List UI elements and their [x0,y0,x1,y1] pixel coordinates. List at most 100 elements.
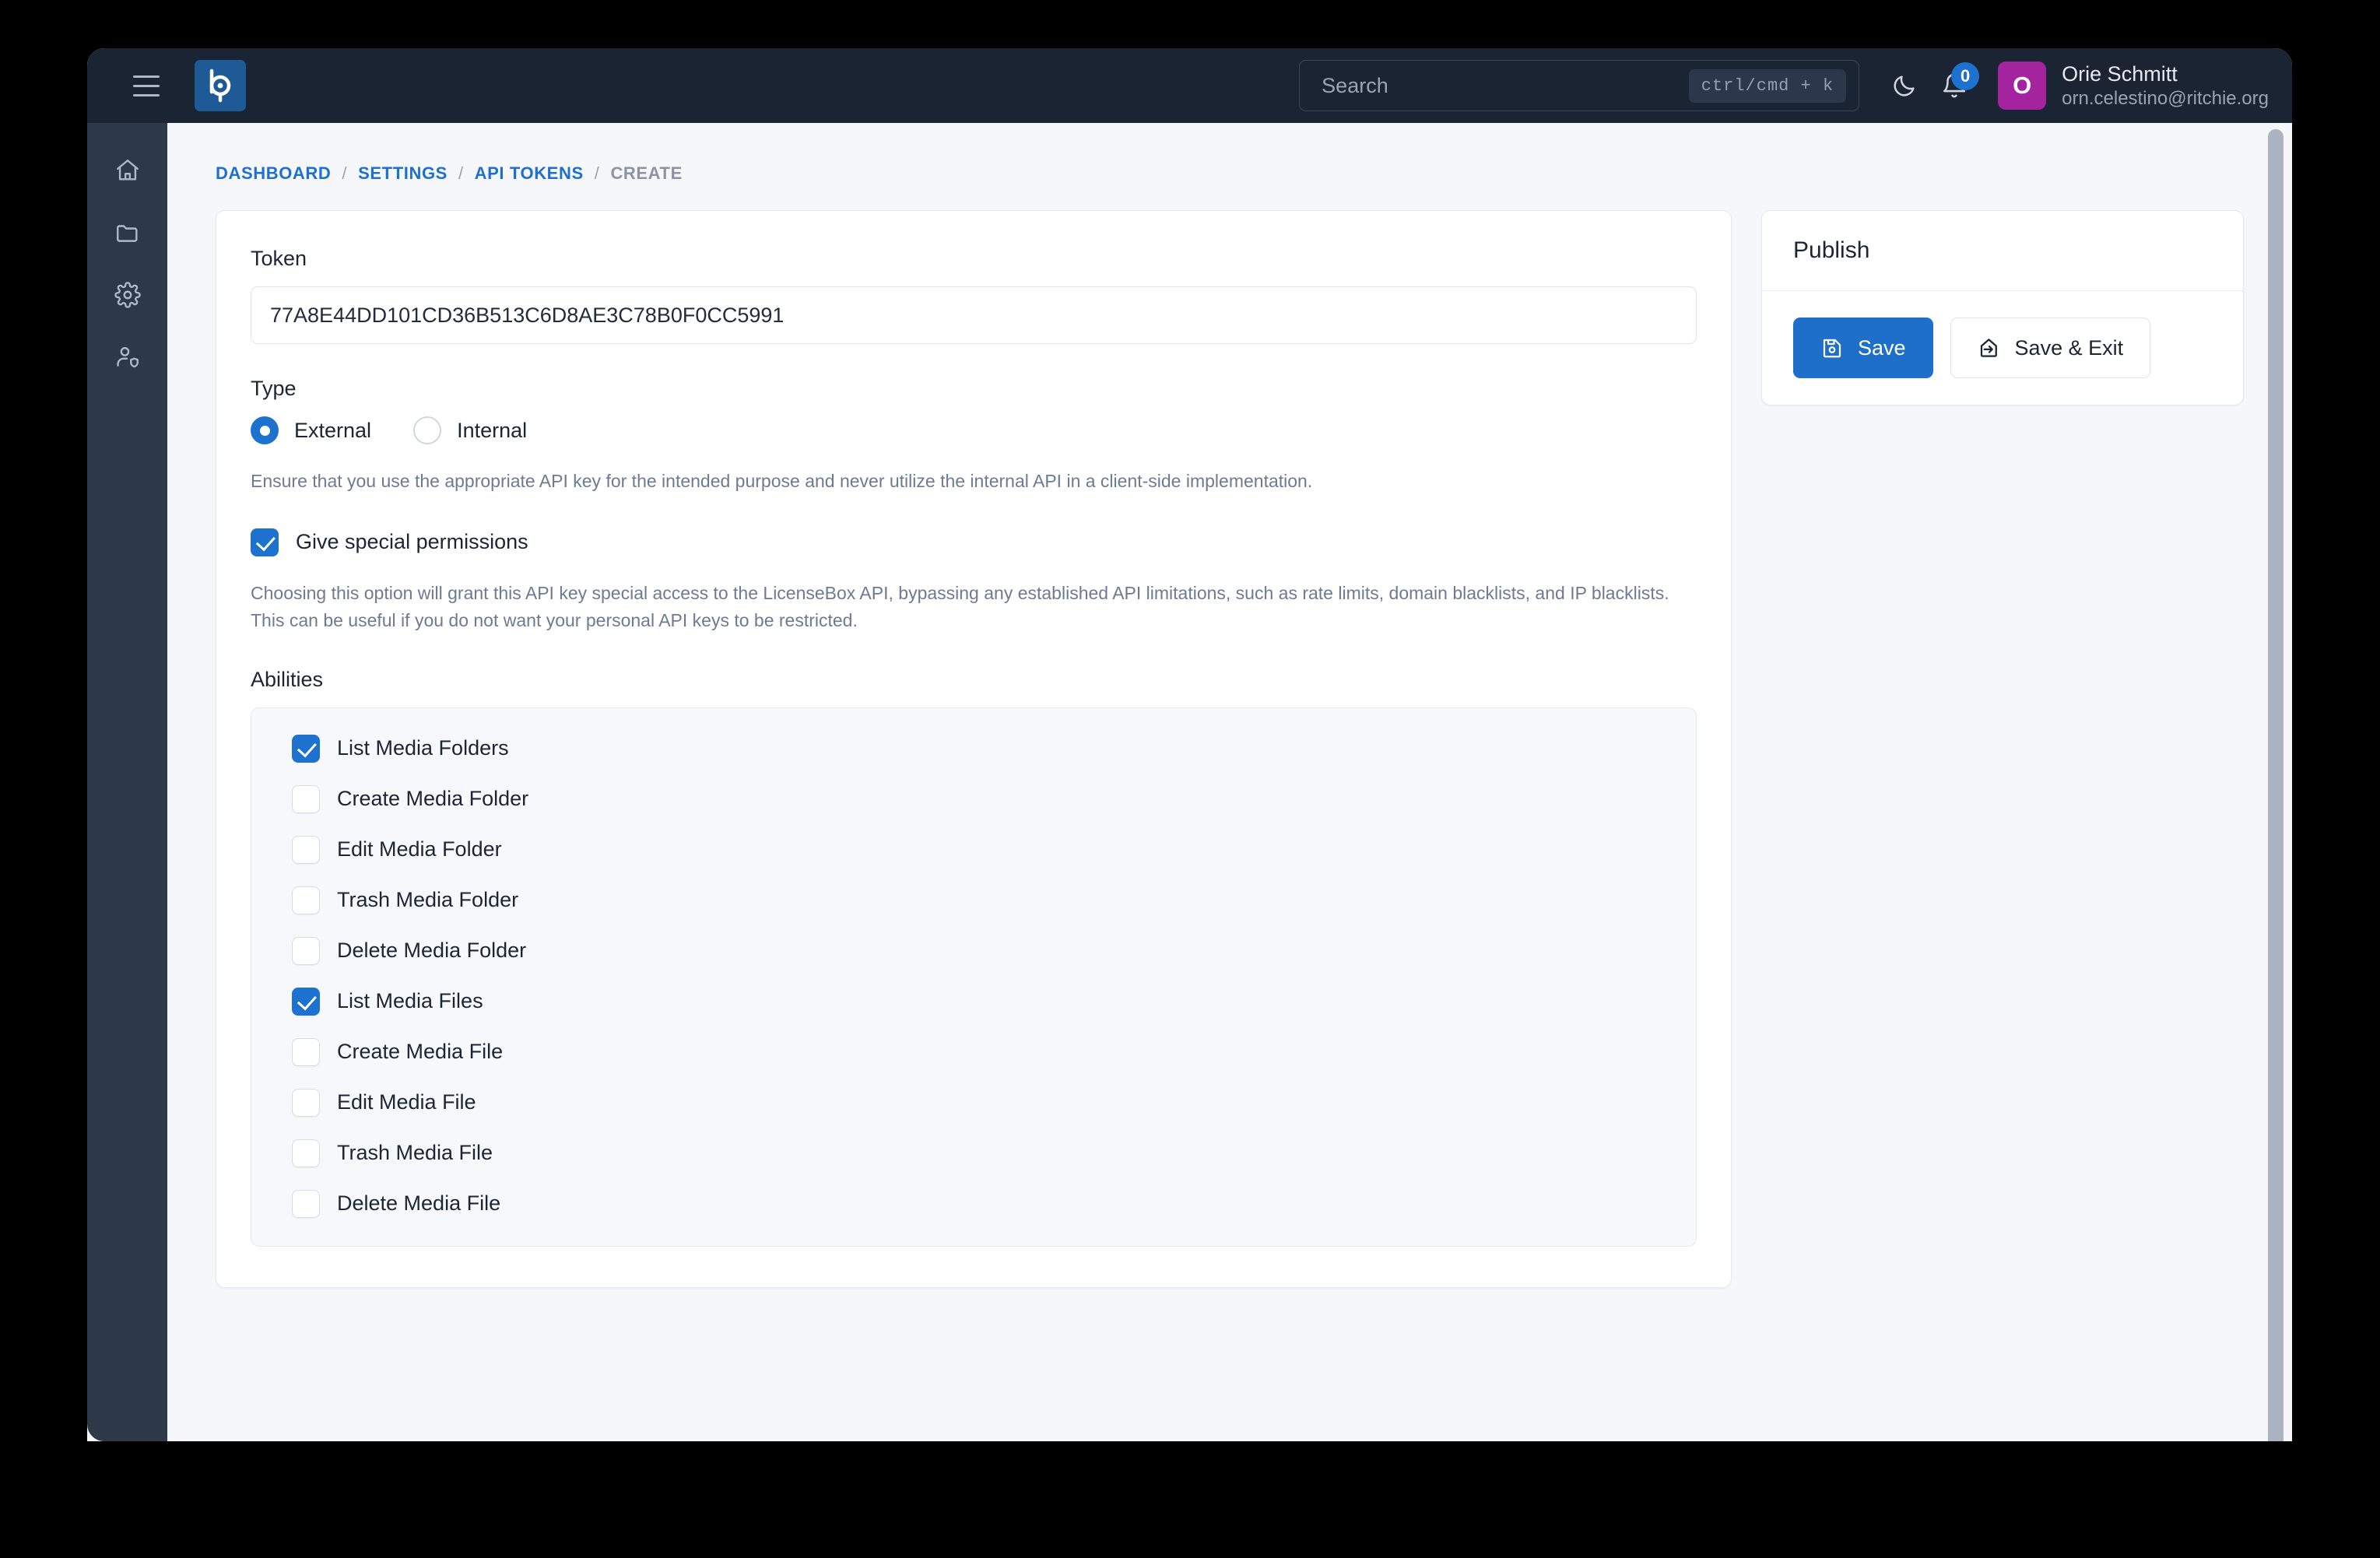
publish-card: Publish Save Save & Exit [1761,210,2244,405]
body: DASHBOARD / SETTINGS / API TOKENS / CREA… [87,123,2292,1441]
ability-row-create-media-file[interactable]: Create Media File [292,1037,1655,1066]
special-permissions-helper-text: Choosing this option will grant this API… [251,582,1669,631]
sidebar-item-permissions[interactable] [103,336,153,378]
sidebar-item-media[interactable] [103,212,153,254]
ability-checkbox[interactable] [292,835,320,864]
exit-arrow-icon [1978,336,2001,360]
gear-icon [114,282,141,308]
notification-count-badge: 0 [1951,62,1980,90]
special-permissions-checkbox[interactable] [251,528,279,556]
radio-dot-external[interactable] [251,416,279,444]
top-bar: Search ctrl/cmd + k 0 O Orie Schmitt orn… [87,48,2292,123]
ability-checkbox[interactable] [292,1189,320,1218]
special-permissions-label: Give special permissions [296,530,528,554]
ability-checkbox[interactable] [292,784,320,813]
save-and-exit-button-label: Save & Exit [2014,335,2124,360]
avatar: O [1998,61,2047,110]
type-section: Type External Internal Ensure that you u… [251,377,1697,496]
token-input[interactable] [251,286,1697,344]
ability-label: Trash Media File [337,1141,493,1165]
ability-row-edit-media-file[interactable]: Edit Media File [292,1088,1655,1117]
top-bar-actions: 0 O Orie Schmitt orn.celestino@ritchie.o… [1880,61,2269,111]
radio-dot-internal[interactable] [413,416,442,444]
sidebar-item-home[interactable] [103,149,153,191]
ability-checkbox[interactable] [292,1037,320,1066]
type-helper-text: Ensure that you use the appropriate API … [251,471,1313,491]
publish-title: Publish [1793,237,1870,263]
search-placeholder: Search [1322,73,1388,97]
ability-checkbox[interactable] [292,987,320,1016]
ability-label: Trash Media Folder [337,888,519,912]
ability-label: Edit Media Folder [337,837,502,861]
home-icon [114,157,141,184]
type-radio-external[interactable]: External [251,416,371,444]
breadcrumb-separator: / [458,163,464,183]
ability-checkbox[interactable] [292,734,320,763]
ability-checkbox[interactable] [292,1139,320,1167]
user-email: orn.celestino@ritchie.org [2062,87,2269,109]
ability-label: Create Media Folder [337,787,529,811]
ability-label: List Media Folders [337,736,509,760]
type-radio-group: External Internal [251,416,1697,444]
sidebar [87,123,167,1441]
breadcrumb-item-create: CREATE [610,163,683,183]
moon-icon[interactable] [1880,61,1929,111]
breadcrumb: DASHBOARD / SETTINGS / API TOKENS / CREA… [167,123,2292,184]
save-button[interactable]: Save [1793,318,1933,378]
special-permissions-section: Give special permissions Choosing this o… [251,528,1697,635]
ability-row-trash-media-folder[interactable]: Trash Media Folder [292,886,1655,914]
brand-logo-icon[interactable] [195,60,246,111]
ability-checkbox[interactable] [292,886,320,914]
ability-row-delete-media-file[interactable]: Delete Media File [292,1189,1655,1218]
vertical-scrollbar[interactable] [2266,129,2286,1441]
publish-header: Publish [1762,211,2243,291]
breadcrumb-item-dashboard[interactable]: DASHBOARD [216,163,331,184]
search-shortcut-kbd: ctrl/cmd + k [1688,68,1847,103]
user-menu[interactable]: O Orie Schmitt orn.celestino@ritchie.org [1998,61,2269,110]
ability-row-create-media-folder[interactable]: Create Media Folder [292,784,1655,813]
save-button-label: Save [1858,335,1906,360]
token-form-card: Token Type External Internal [216,210,1732,1288]
ability-label: Delete Media Folder [337,939,527,963]
bell-icon[interactable]: 0 [1929,61,1980,111]
abilities-box: List Media Folders Create Media Folder E… [251,707,1697,1247]
ability-checkbox[interactable] [292,1088,320,1117]
folder-icon [114,219,141,246]
hamburger-bar [133,75,160,78]
app-window: Search ctrl/cmd + k 0 O Orie Schmitt orn… [87,48,2292,1441]
ability-label: Delete Media File [337,1191,501,1216]
floppy-disk-icon [1820,336,1844,360]
user-name: Orie Schmitt [2062,61,2178,86]
main-content: DASHBOARD / SETTINGS / API TOKENS / CREA… [167,123,2292,1441]
hamburger-bar [133,93,160,96]
breadcrumb-item-settings[interactable]: SETTINGS [358,163,448,184]
ability-row-delete-media-folder[interactable]: Delete Media Folder [292,936,1655,965]
breadcrumb-separator: / [594,163,600,183]
special-permissions-checkbox-row[interactable]: Give special permissions [251,528,1697,556]
hamburger-icon[interactable] [123,62,170,109]
type-radio-internal[interactable]: Internal [413,416,527,444]
ability-row-list-media-files[interactable]: List Media Files [292,987,1655,1016]
type-label: Type [251,377,297,400]
search-input[interactable]: Search ctrl/cmd + k [1299,60,1860,111]
sidebar-item-settings[interactable] [103,274,153,316]
ability-label: Edit Media File [337,1090,476,1114]
ability-label: List Media Files [337,989,483,1013]
abilities-section: Abilities List Media Folders Create Medi… [251,668,1697,1247]
ability-label: Create Media File [337,1040,504,1064]
save-and-exit-button[interactable]: Save & Exit [1950,318,2151,378]
ability-row-trash-media-file[interactable]: Trash Media File [292,1139,1655,1167]
user-shield-icon [114,344,141,370]
ability-checkbox[interactable] [292,936,320,965]
abilities-label: Abilities [251,667,324,691]
token-label: Token [251,247,307,270]
breadcrumb-item-api-tokens[interactable]: API TOKENS [475,163,584,184]
abilities-list: List Media Folders Create Media Folder E… [292,734,1655,1218]
user-info: Orie Schmitt orn.celestino@ritchie.org [2062,61,2269,110]
publish-actions: Save Save & Exit [1762,291,2243,405]
breadcrumb-separator: / [342,163,348,183]
hamburger-bar [133,84,160,87]
scrollbar-thumb[interactable] [2268,129,2283,1441]
ability-row-edit-media-folder[interactable]: Edit Media Folder [292,835,1655,864]
ability-row-list-media-folders[interactable]: List Media Folders [292,734,1655,763]
